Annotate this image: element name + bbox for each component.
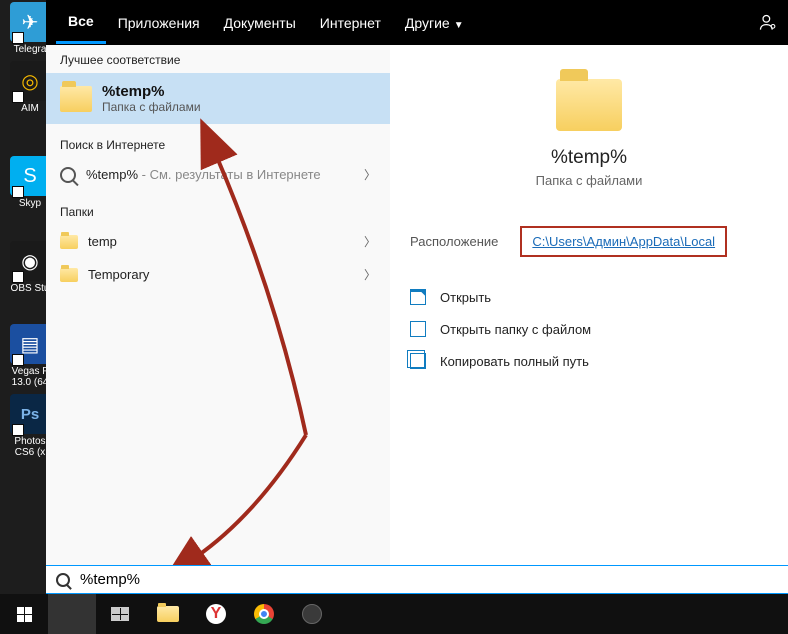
taskbar: Y [0,594,788,634]
taskbar-app[interactable] [288,594,336,634]
folder-item-temporary[interactable]: Temporary 〉 [46,258,390,291]
taskbar-yandex[interactable]: Y [192,594,240,634]
search-icon [56,573,70,587]
search-input[interactable] [80,571,778,588]
yandex-icon: Y [206,604,226,624]
icon-label: Skyp [19,198,41,209]
copy-icon [410,353,426,369]
web-item-suffix: - См. результаты в Интернете [138,167,321,182]
taskbar-search-button[interactable] [48,594,96,634]
tab-more[interactable]: Другие ▼ [393,3,476,43]
chevron-right-icon: 〉 [364,266,376,283]
open-folder-icon [410,321,426,337]
location-path-link[interactable]: C:\Users\Админ\AppData\Local [520,226,727,257]
telegram-icon: ✈ [10,2,50,42]
taskbar-explorer[interactable] [144,594,192,634]
action-label: Открыть [440,290,491,305]
folder-item-temp[interactable]: temp 〉 [46,225,390,258]
best-match-header: Лучшее соответствие [46,45,390,73]
preview-actions: Открыть Открыть папку с файлом Копироват… [410,281,768,377]
folder-icon [556,79,622,131]
search-input-container [46,565,788,594]
action-open[interactable]: Открыть [410,281,768,313]
icon-label: Vegas F 13.0 (64 [12,366,49,388]
best-match-item[interactable]: %temp% Папка с файлами [46,73,390,124]
folders-header: Папки [46,197,390,225]
web-item-term: %temp% [86,167,138,182]
search-icon [60,167,76,183]
best-match-title: %temp% [102,83,201,100]
open-icon [410,289,426,305]
search-filter-tabs: Все Приложения Документы Интернет Другие… [46,0,788,45]
folder-icon [60,268,78,282]
aimp-icon: ◎ [10,61,50,101]
icon-label: AIM [21,103,39,114]
tab-internet[interactable]: Интернет [308,3,393,43]
icon-label: Telegra [14,44,47,55]
tab-apps[interactable]: Приложения [106,3,212,43]
location-label: Расположение [410,234,498,249]
obs-icon: ◉ [10,241,50,281]
result-preview-pane: %temp% Папка с файлами Расположение C:\U… [390,45,788,565]
chevron-right-icon: 〉 [364,233,376,250]
folder-item-label: temp [88,234,354,249]
action-copy-path[interactable]: Копировать полный путь [410,345,768,377]
best-match-subtitle: Папка с файлами [102,100,201,114]
web-search-header: Поиск в Интернете [46,130,390,158]
action-open-location[interactable]: Открыть папку с файлом [410,313,768,345]
tab-more-label: Другие [405,15,450,31]
folder-icon [157,606,179,622]
preview-subtitle: Папка с файлами [410,173,768,188]
tab-documents[interactable]: Документы [212,3,308,43]
icon-label: Photos CS6 (x [14,436,45,458]
folder-item-label: Temporary [88,267,354,282]
action-label: Открыть папку с файлом [440,322,591,337]
photoshop-icon: Ps [10,394,50,434]
search-results-panel: Лучшее соответствие %temp% Папка с файла… [46,45,788,565]
chevron-right-icon: 〉 [364,166,376,183]
tab-all[interactable]: Все [56,1,106,44]
app-icon [302,604,322,624]
folder-icon [60,235,78,249]
chevron-down-icon: ▼ [454,20,464,31]
account-icon[interactable] [758,13,778,33]
folder-icon [60,86,92,112]
chrome-icon [254,604,274,624]
taskbar-chrome[interactable] [240,594,288,634]
task-view-icon [111,607,129,621]
vegas-icon: ▤ [10,324,50,364]
results-list: Лучшее соответствие %temp% Папка с файла… [46,45,390,565]
action-label: Копировать полный путь [440,354,589,369]
task-view-button[interactable] [96,594,144,634]
windows-icon [17,607,32,622]
start-button[interactable] [0,594,48,634]
web-search-item[interactable]: %temp% - См. результаты в Интернете 〉 [46,158,390,191]
skype-icon: S [10,156,50,196]
preview-title: %temp% [410,147,768,169]
icon-label: OBS Stu [11,283,50,294]
